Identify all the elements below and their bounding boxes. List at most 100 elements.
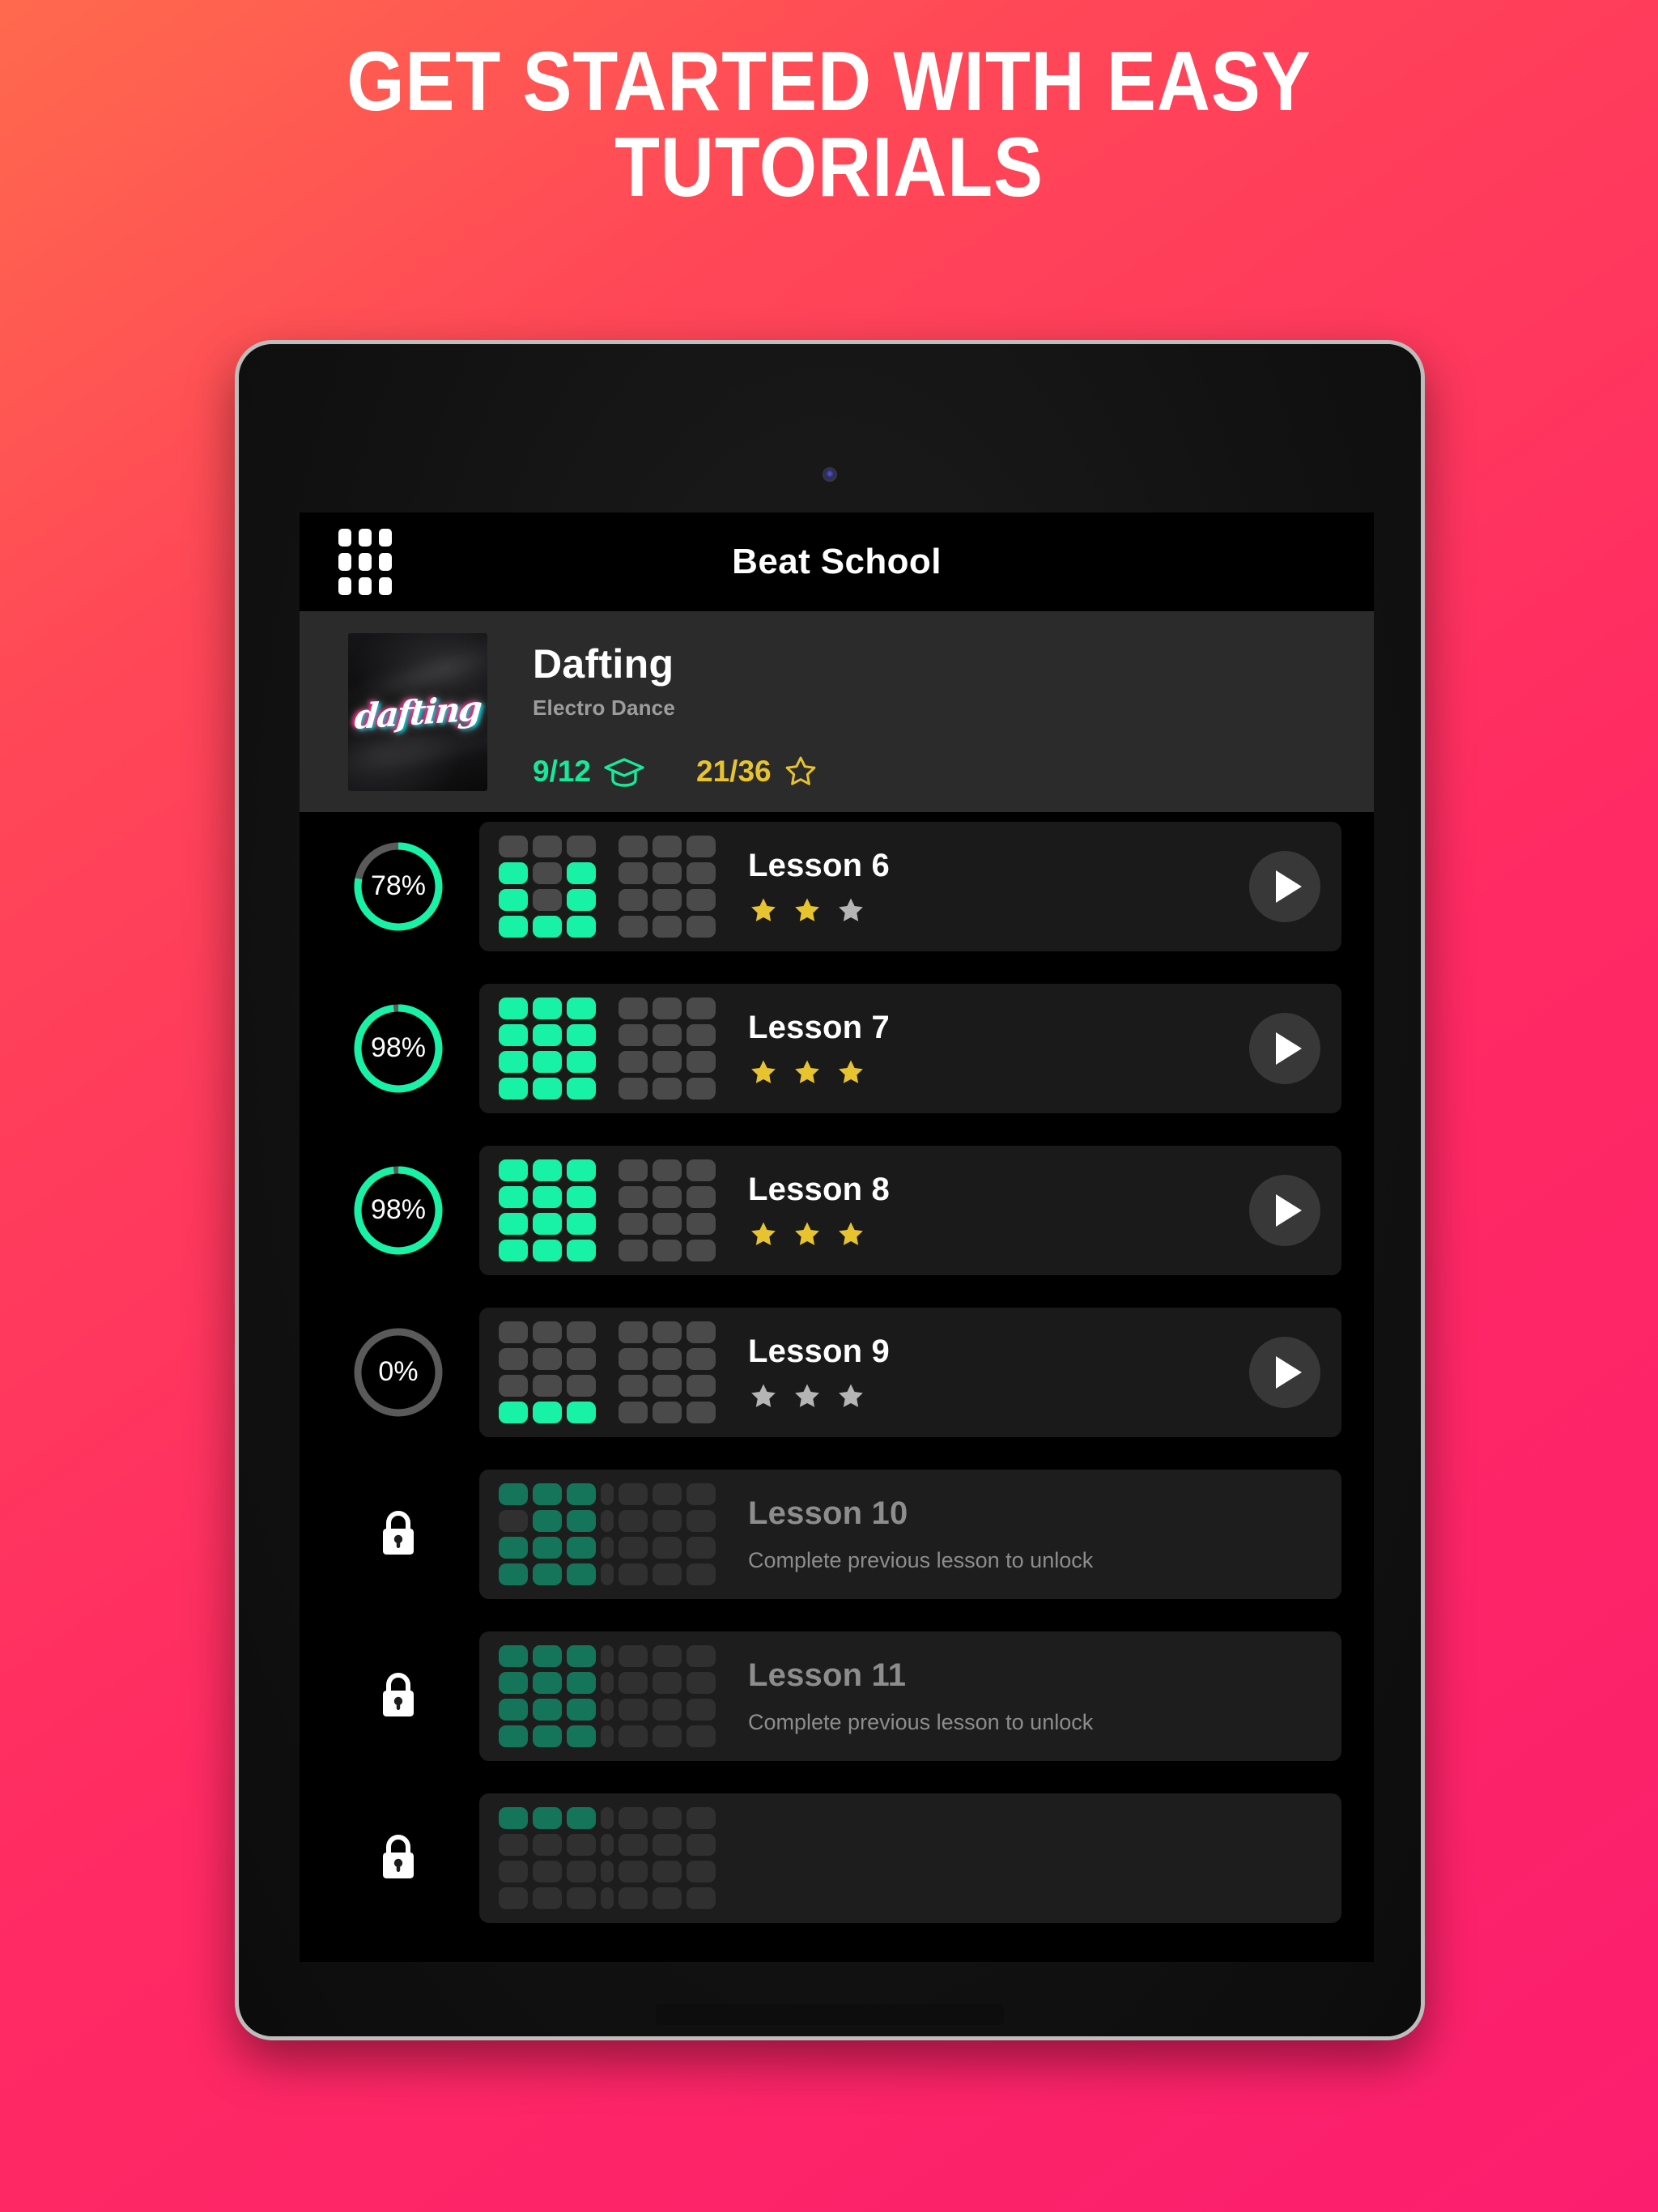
pad-cell <box>499 861 528 884</box>
pad-cell <box>499 1806 528 1829</box>
lesson-title: Lesson 7 <box>748 1009 890 1045</box>
pad-cell <box>687 888 716 911</box>
lesson-pad-preview <box>499 835 716 938</box>
pad-cell <box>567 861 596 884</box>
tablet-device-frame: Beat School dafting Dafting Electro Danc… <box>235 340 1425 2040</box>
lesson-row[interactable]: 0% Lesson 9 <box>300 1298 1374 1446</box>
lesson-row[interactable]: 98% Lesson 8 <box>300 1136 1374 1284</box>
pad-gap <box>601 1860 614 1882</box>
pad-cell <box>619 1509 648 1532</box>
course-header[interactable]: dafting Dafting Electro Dance 9/12 21/36 <box>300 611 1374 812</box>
lesson-card[interactable]: Lesson 8 <box>479 1145 1341 1275</box>
pad-gap <box>601 1159 614 1181</box>
pad-cell <box>533 1212 562 1235</box>
row-spacer <box>300 1608 1374 1622</box>
lesson-status-indicator <box>317 1671 479 1721</box>
pad-cell <box>533 1050 562 1073</box>
pad-gap <box>601 1806 614 1829</box>
lessons-progress-value: 9/12 <box>533 755 592 788</box>
lesson-row[interactable] <box>300 1784 1374 1932</box>
pad-cell <box>619 1023 648 1046</box>
pad-gap <box>601 1213 614 1235</box>
pad-cell <box>653 861 682 884</box>
pad-cell <box>619 1860 648 1882</box>
pad-cell <box>533 997 562 1019</box>
lesson-row[interactable]: Lesson 11 Complete previous lesson to un… <box>300 1622 1374 1770</box>
lesson-list[interactable]: 78% Lesson 6 98% Lesson 7 98% Lesson 8 0… <box>300 812 1374 1932</box>
pad-gap <box>601 1402 614 1423</box>
lesson-card[interactable]: Lesson 11 Complete previous lesson to un… <box>479 1631 1341 1761</box>
pad-cell <box>499 1212 528 1235</box>
play-button[interactable] <box>1249 1012 1320 1084</box>
pad-cell <box>619 888 648 911</box>
course-meta: Dafting Electro Dance 9/12 21/36 <box>533 636 818 789</box>
pad-cell <box>619 915 648 938</box>
pad-cell <box>687 1401 716 1423</box>
lesson-row[interactable]: 98% Lesson 7 <box>300 974 1374 1122</box>
play-icon <box>1275 1193 1302 1227</box>
pad-cell <box>533 835 562 857</box>
lesson-progress-ring: 78% <box>351 840 445 934</box>
lock-icon <box>377 1833 419 1883</box>
pad-gap <box>601 1051 614 1073</box>
pad-cell <box>499 1671 528 1694</box>
pad-gap <box>601 1725 614 1747</box>
pad-cell <box>533 1563 562 1585</box>
stars-progress-stat: 21/36 <box>696 755 818 789</box>
lesson-pad-preview <box>499 1159 716 1261</box>
lesson-status-indicator: 98% <box>317 1002 479 1095</box>
pad-cell <box>619 1050 648 1073</box>
lesson-status-indicator <box>317 1509 479 1559</box>
pad-cell <box>567 835 596 857</box>
pad-cell <box>687 1698 716 1721</box>
pad-cell <box>533 1239 562 1261</box>
lesson-progress-ring: 98% <box>351 1163 445 1257</box>
star-filled-icon <box>795 898 819 921</box>
lesson-row[interactable]: 78% Lesson 6 <box>300 812 1374 960</box>
pad-cell <box>533 1374 562 1397</box>
pad-cell <box>619 861 648 884</box>
pad-cell <box>567 1050 596 1073</box>
pad-cell <box>653 1185 682 1208</box>
pad-cell <box>499 1644 528 1667</box>
pad-gap <box>601 1644 614 1667</box>
lesson-card[interactable] <box>479 1793 1341 1923</box>
play-button[interactable] <box>1249 1174 1320 1246</box>
pad-cell <box>687 1509 716 1532</box>
pad-cell <box>567 1023 596 1046</box>
pad-cell <box>653 1698 682 1721</box>
pad-cell <box>533 1725 562 1747</box>
lesson-title: Lesson 8 <box>748 1171 890 1207</box>
pad-cell <box>653 1347 682 1370</box>
pad-cell <box>687 1887 716 1909</box>
lesson-card[interactable]: Lesson 7 <box>479 983 1341 1113</box>
pad-cell <box>499 915 528 938</box>
play-button[interactable] <box>1249 1336 1320 1408</box>
lesson-text: Lesson 9 <box>748 1334 1249 1411</box>
pad-cell <box>687 1077 716 1100</box>
lesson-title: Lesson 10 <box>748 1495 908 1531</box>
lesson-text: Lesson 6 <box>748 848 1249 925</box>
grid-menu-icon[interactable] <box>338 529 392 595</box>
lesson-progress-value: 0% <box>378 1356 419 1387</box>
home-indicator <box>656 2004 1004 2025</box>
pad-gap <box>601 1887 614 1909</box>
lesson-card[interactable]: Lesson 9 <box>479 1307 1341 1437</box>
lesson-progress-value: 78% <box>370 870 427 901</box>
pad-cell <box>567 1698 596 1721</box>
play-button[interactable] <box>1249 850 1320 922</box>
pad-cell <box>653 1644 682 1667</box>
pad-cell <box>653 1401 682 1423</box>
lesson-card[interactable]: Lesson 6 <box>479 821 1341 951</box>
lesson-status-indicator <box>317 1833 479 1883</box>
lesson-card[interactable]: Lesson 10 Complete previous lesson to un… <box>479 1469 1341 1599</box>
pad-gap <box>601 889 614 911</box>
lesson-star-rating <box>748 1381 1249 1411</box>
graduation-cap-icon <box>602 755 646 788</box>
pad-cell <box>499 1536 528 1559</box>
pad-cell <box>533 1509 562 1532</box>
pad-cell <box>499 1023 528 1046</box>
pad-cell <box>533 1347 562 1370</box>
pad-cell <box>499 1509 528 1532</box>
lesson-row[interactable]: Lesson 10 Complete previous lesson to un… <box>300 1460 1374 1608</box>
